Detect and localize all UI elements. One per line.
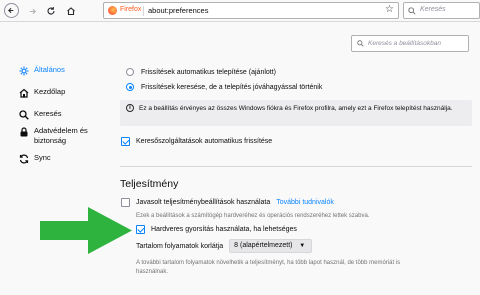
identity-label: Firefox [120, 6, 142, 13]
sidebar-item-label: Általános [34, 65, 65, 74]
hw-accel-checkbox[interactable] [136, 225, 145, 234]
recommended-performance-label: Javasolt teljesítménybeállítások használ… [136, 199, 271, 206]
search-placeholder: Keresés [420, 6, 446, 13]
search-engines-update-row[interactable]: Keresőszolgáltatások automatikus frissít… [121, 137, 272, 146]
home-button[interactable] [63, 3, 79, 19]
sidebar-item-label: Keresés [34, 109, 62, 118]
gear-icon [18, 65, 29, 76]
search-engines-update-label: Keresőszolgáltatások automatikus frissít… [136, 138, 273, 145]
process-limit-select[interactable]: 8 (alapértelmezett) ▼ [229, 239, 313, 253]
browser-search-bar[interactable]: Keresés [403, 2, 480, 19]
recommended-performance-row[interactable]: Javasolt teljesítménybeállítások használ… [121, 198, 334, 207]
performance-title: Teljesítmény [120, 178, 179, 190]
sidebar-item-search[interactable]: Keresés [18, 109, 62, 120]
info-icon: i [126, 104, 134, 112]
preferences-search-input[interactable]: Keresés a beállításokban [351, 35, 469, 52]
sidebar-item-sync[interactable]: Sync [18, 153, 51, 164]
auto-install-radio-row[interactable]: Frissítések automatikus telepítése (aján… [126, 68, 276, 76]
sidebar-item-general[interactable]: Általános [18, 65, 65, 76]
reload-icon [47, 7, 55, 15]
update-info-text: Ez a beállítás érvényes az összes Window… [139, 105, 453, 112]
auto-install-label: Frissítések automatikus telepítése (aján… [141, 68, 277, 76]
home-icon [67, 7, 75, 16]
sidebar-item-label: Kezdőlap [34, 87, 66, 96]
search-icon [357, 40, 364, 47]
process-limit-label: Tartalom folyamatok korlátja [136, 242, 224, 250]
recommended-performance-desc: Ezek a beállítások a számítógép hardveré… [136, 213, 370, 219]
back-arrow-icon [8, 7, 14, 14]
bookmark-star-icon[interactable]: ☆ [385, 4, 394, 15]
browser-toolbar: Firefox about:preferences ☆ Keresés [0, 0, 480, 22]
check-ask-radio[interactable] [126, 83, 134, 91]
section-divider [120, 166, 472, 167]
process-limit-row: Tartalom folyamatok korlátja 8 (alapérte… [136, 239, 313, 253]
back-button[interactable] [4, 3, 19, 18]
forward-button[interactable] [24, 3, 40, 19]
sidebar-item-label: Adatvédelem és biztonság [34, 126, 88, 145]
auto-install-radio[interactable] [126, 68, 134, 76]
learn-more-link[interactable]: További tudnivalók [276, 199, 334, 206]
sidebar-item-privacy[interactable]: Adatvédelem és biztonság [18, 126, 94, 146]
url-bar[interactable]: Firefox about:preferences ☆ [103, 2, 399, 19]
sidebar-item-home[interactable]: Kezdőlap [18, 87, 65, 98]
hw-accel-label: Hardveres gyorsítás használata, ha lehet… [151, 226, 297, 233]
hw-accel-row[interactable]: Hardveres gyorsítás használata, ha lehet… [136, 225, 297, 234]
firefox-logo-icon [108, 6, 117, 15]
search-icon [408, 7, 416, 15]
url-text[interactable]: about:preferences [148, 6, 208, 15]
search-engines-update-checkbox[interactable] [121, 137, 130, 146]
preferences-search-placeholder: Keresés a beállításokban [368, 40, 441, 47]
process-limit-value: 8 (alapértelmezett) [234, 242, 293, 249]
url-separator [143, 6, 144, 16]
check-ask-radio-row[interactable]: Frissítések keresése, de a telepítés jóv… [126, 83, 322, 91]
sync-icon [18, 153, 29, 164]
annotation-arrow-icon [40, 207, 132, 254]
reload-button[interactable] [43, 3, 59, 19]
forward-arrow-icon [29, 8, 36, 14]
process-limit-desc: A további tartalom folyamatok növelhetik… [136, 260, 401, 275]
check-ask-label: Frissítések keresése, de a telepítés jóv… [141, 83, 323, 91]
search-icon [18, 109, 29, 120]
update-info-box: i Ez a beállítás érvényes az összes Wind… [120, 100, 472, 126]
chevron-down-icon: ▼ [299, 243, 306, 249]
sidebar-item-label: Sync [34, 153, 51, 162]
home-icon [18, 87, 29, 98]
recommended-performance-checkbox[interactable] [121, 198, 130, 207]
lock-icon [18, 126, 29, 137]
